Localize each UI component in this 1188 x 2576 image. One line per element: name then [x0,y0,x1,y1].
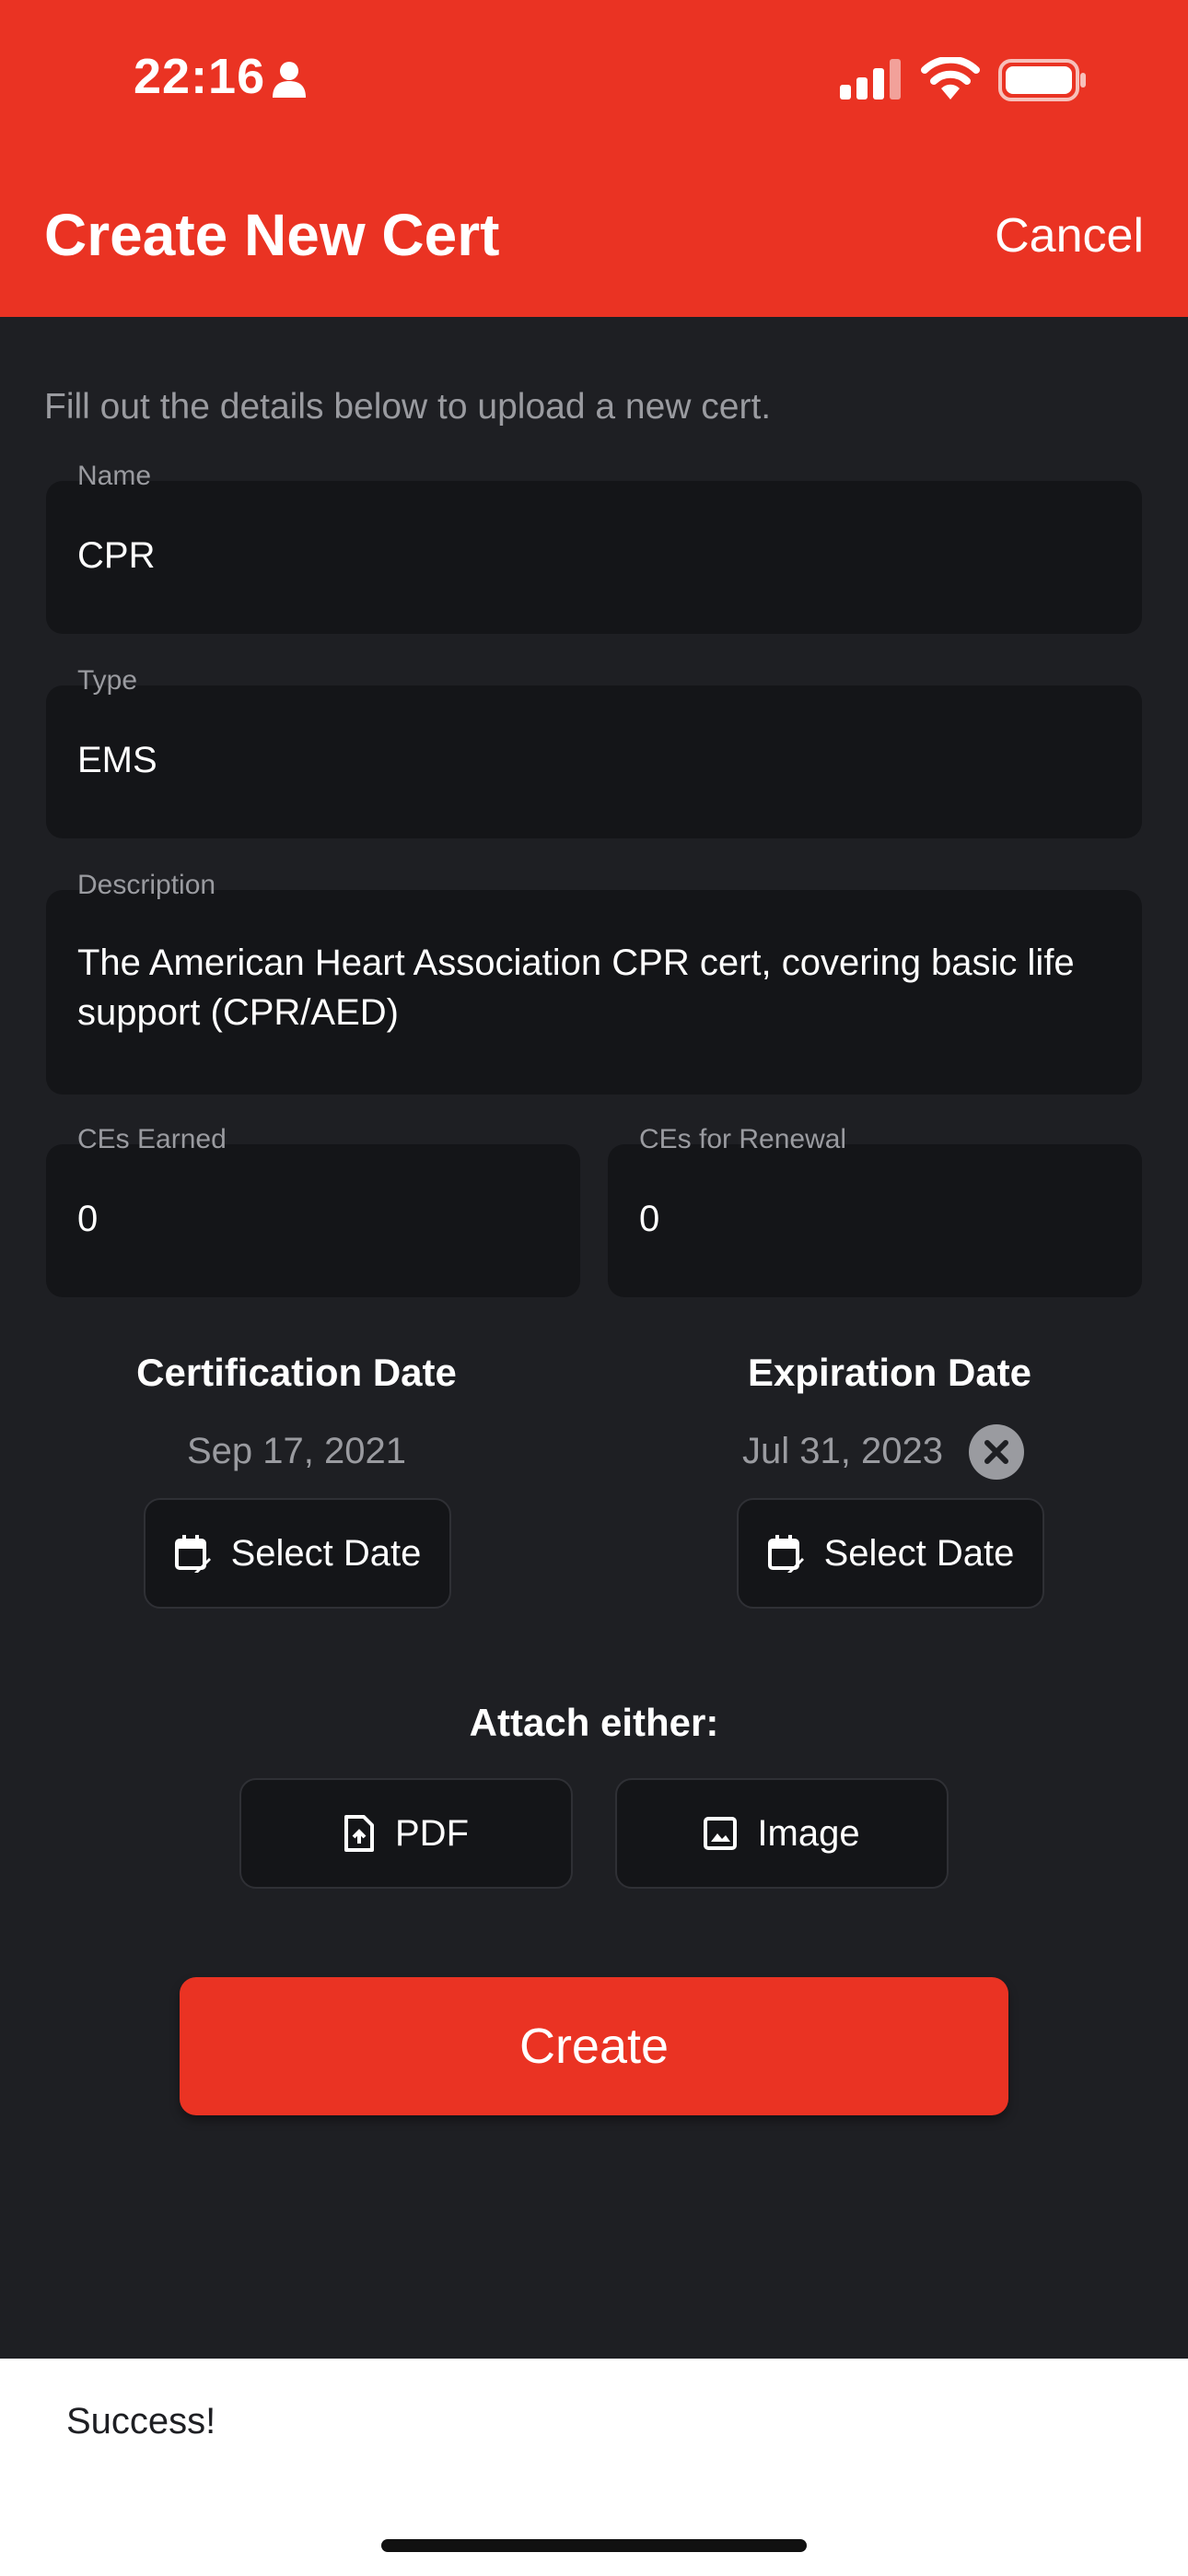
expiration-select-date-button[interactable]: Select Date [737,1498,1044,1609]
type-field-label: Type [77,665,138,696]
ces-renewal-field-value: 0 [639,1199,660,1239]
battery-icon [998,59,1086,101]
home-indicator[interactable] [381,2539,807,2552]
ces-earned-field-label: CEs Earned [77,1124,227,1154]
attach-image-button[interactable]: Image [615,1778,949,1889]
description-field-value: The American Heart Association CPR cert,… [77,943,1075,1033]
wifi-icon [921,57,980,100]
certification-select-date-label: Select Date [230,1532,422,1574]
description-field-label: Description [77,870,216,900]
calendar-edit-icon [767,1535,804,1573]
certification-date-value: Sep 17, 2021 [187,1431,406,1471]
ces-renewal-field-label: CEs for Renewal [639,1124,847,1154]
attach-pdf-label: PDF [395,1812,469,1854]
ces-earned-field[interactable]: CEs Earned 0 [46,1124,580,1297]
attach-title: Attach either: [469,1701,719,1744]
file-upload-icon [344,1815,374,1852]
cancel-button[interactable]: Cancel [995,208,1144,263]
certification-select-date-button[interactable]: Select Date [144,1498,451,1609]
form-subtitle: Fill out the details below to upload a n… [44,387,772,427]
ces-earned-field-value: 0 [77,1199,99,1239]
status-time: 22:16 [134,49,266,104]
expiration-select-date-label: Select Date [823,1532,1015,1574]
expiration-date-title: Expiration Date [747,1351,1032,1394]
page-title: Create New Cert [44,202,500,268]
app-header: 22:16 Create New Cert Cancel [0,0,1188,317]
attach-image-label: Image [757,1812,860,1854]
cellular-signal-icon [840,59,901,100]
name-field-value: CPR [77,535,156,576]
snackbar-message: Success! [66,2401,216,2441]
description-field[interactable]: Description The American Heart Associati… [46,870,1142,1095]
person-icon [273,62,306,98]
type-field-value: EMS [77,740,157,780]
attach-pdf-button[interactable]: PDF [239,1778,573,1889]
calendar-edit-icon [174,1535,211,1573]
ces-renewal-field[interactable]: CEs for Renewal 0 [608,1124,1142,1297]
name-field[interactable]: Name CPR [46,461,1142,634]
create-button[interactable]: Create [180,1977,1008,2115]
clear-date-icon[interactable] [969,1424,1024,1480]
certification-date-title: Certification Date [136,1351,457,1394]
image-icon [704,1817,738,1850]
name-field-label: Name [77,461,152,491]
expiration-date-value: Jul 31, 2023 [742,1431,943,1471]
type-field[interactable]: Type EMS [46,665,1142,838]
